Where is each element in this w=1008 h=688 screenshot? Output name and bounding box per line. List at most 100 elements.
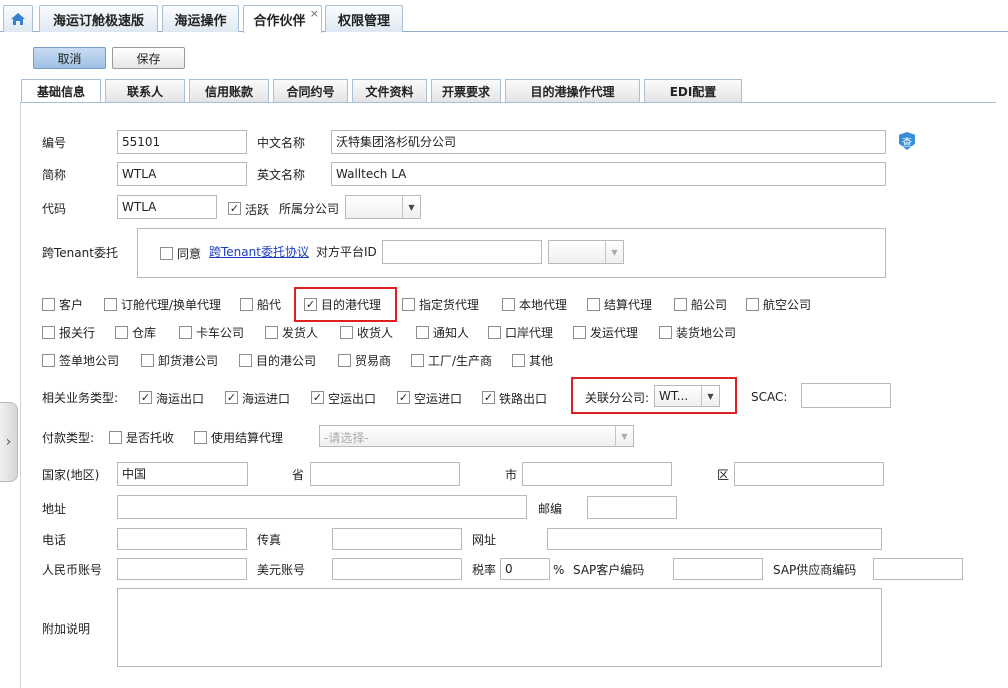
address-input[interactable] bbox=[117, 495, 527, 519]
role-checkbox[interactable] bbox=[573, 326, 586, 339]
role-checkbox[interactable] bbox=[265, 326, 278, 339]
website-input[interactable] bbox=[547, 528, 882, 550]
role-checkbox[interactable] bbox=[179, 326, 192, 339]
role-checkbox[interactable] bbox=[141, 354, 154, 367]
tab-permissions[interactable]: 权限管理 bbox=[325, 5, 403, 32]
percent-label: % bbox=[553, 563, 565, 577]
role-checkbox[interactable] bbox=[239, 354, 252, 367]
chevron-right-icon[interactable]: › bbox=[0, 402, 18, 482]
close-icon[interactable]: × bbox=[310, 8, 319, 19]
role-checkbox[interactable] bbox=[746, 298, 759, 311]
save-button[interactable]: 保存 bbox=[112, 47, 185, 69]
top-tab-bar: 海运订舱极速版 海运操作 合作伙伴 × 权限管理 bbox=[0, 0, 1008, 33]
business-type-label: 相关业务类型: bbox=[42, 391, 119, 405]
agreement-link[interactable]: 跨Tenant委托协议 bbox=[209, 245, 309, 259]
sap-vendor-label: SAP供应商编码 bbox=[773, 563, 857, 577]
role-checkbox[interactable] bbox=[340, 326, 353, 339]
role-checkbox[interactable] bbox=[587, 298, 600, 311]
related-branch-value: WT... bbox=[659, 389, 689, 403]
tab-label: 海运操作 bbox=[174, 13, 227, 29]
tax-rate-input[interactable]: 0 bbox=[500, 558, 550, 580]
home-tab[interactable] bbox=[3, 5, 33, 32]
province-input[interactable] bbox=[310, 462, 460, 486]
postcode-input[interactable] bbox=[587, 496, 677, 519]
subtab-edi[interactable]: EDI配置 bbox=[644, 79, 742, 102]
usd-account-input[interactable] bbox=[332, 558, 462, 580]
role-checkbox[interactable] bbox=[488, 326, 501, 339]
code-no-label: 编号 bbox=[42, 136, 67, 150]
subtab-credit[interactable]: 信用账款 bbox=[189, 79, 269, 102]
business-type-checkbox[interactable]: ✓ bbox=[482, 391, 495, 404]
branch-select[interactable]: ▼ bbox=[345, 195, 421, 219]
settle-agent-checkbox[interactable] bbox=[194, 431, 207, 444]
tax-rate-label: 税率 bbox=[472, 563, 497, 577]
role-checkbox[interactable] bbox=[240, 298, 253, 311]
active-checkbox[interactable]: ✓ bbox=[228, 202, 241, 215]
business-type-checkbox[interactable]: ✓ bbox=[311, 391, 324, 404]
tab-partners[interactable]: 合作伙伴 × bbox=[243, 5, 322, 33]
subtab-documents[interactable]: 文件资料 bbox=[352, 79, 427, 102]
role-checkbox[interactable] bbox=[104, 298, 117, 311]
role-checkbox[interactable] bbox=[659, 326, 672, 339]
role-label: 口岸代理 bbox=[505, 326, 554, 340]
role-checkbox[interactable] bbox=[338, 354, 351, 367]
city-input[interactable] bbox=[522, 462, 672, 486]
platform-id-label: 对方平台ID bbox=[316, 245, 377, 259]
tab-sea-operation[interactable]: 海运操作 bbox=[162, 5, 239, 32]
sap-customer-input[interactable] bbox=[673, 558, 763, 580]
business-type-checkbox[interactable]: ✓ bbox=[397, 391, 410, 404]
highlight-dest-agent bbox=[294, 287, 397, 322]
code-label: 代码 bbox=[42, 202, 67, 216]
dropdown-arrow-icon: ▼ bbox=[701, 386, 719, 406]
role-checkbox[interactable] bbox=[42, 298, 55, 311]
district-label: 区 bbox=[717, 468, 730, 482]
business-type-label: 铁路出口 bbox=[499, 392, 548, 406]
settle-agent-select[interactable]: -请选择- ▼ bbox=[319, 425, 634, 447]
scac-label: SCAC: bbox=[751, 390, 788, 404]
code-no-input[interactable]: 55101 bbox=[117, 130, 247, 154]
subtab-dest-port-agent[interactable]: 目的港操作代理 bbox=[505, 79, 640, 102]
tab-sea-booking-express[interactable]: 海运订舱极速版 bbox=[39, 5, 158, 32]
subtab-contract[interactable]: 合同约号 bbox=[273, 79, 348, 102]
district-input[interactable] bbox=[734, 462, 884, 486]
role-label: 工厂/生产商 bbox=[428, 354, 493, 368]
payment-type-label: 付款类型: bbox=[42, 431, 95, 445]
business-type-checkbox[interactable]: ✓ bbox=[139, 391, 152, 404]
platform-id-input[interactable] bbox=[382, 240, 542, 264]
agree-checkbox[interactable] bbox=[160, 247, 173, 260]
country-input[interactable]: 中国 bbox=[117, 462, 248, 486]
phone-input[interactable] bbox=[117, 528, 247, 550]
business-type-checkbox[interactable]: ✓ bbox=[225, 391, 238, 404]
role-checkbox[interactable] bbox=[402, 298, 415, 311]
cancel-button[interactable]: 取消 bbox=[33, 47, 106, 69]
code-input[interactable]: WTLA bbox=[117, 195, 217, 219]
role-checkbox[interactable] bbox=[512, 354, 525, 367]
role-checkbox[interactable] bbox=[416, 326, 429, 339]
rmb-account-input[interactable] bbox=[117, 558, 247, 580]
scac-input[interactable] bbox=[801, 383, 891, 408]
remark-textarea[interactable] bbox=[117, 588, 882, 667]
role-checkbox[interactable] bbox=[674, 298, 687, 311]
dropdown-arrow-icon: ▼ bbox=[402, 196, 420, 218]
subtab-basic-info[interactable]: 基础信息 bbox=[21, 79, 101, 103]
active-label: 活跃 bbox=[245, 203, 270, 217]
cn-name-input[interactable]: 沃特集团洛杉矶分公司 bbox=[331, 130, 886, 154]
short-name-input[interactable]: WTLA bbox=[117, 162, 247, 186]
role-checkbox[interactable] bbox=[115, 326, 128, 339]
role-label: 其他 bbox=[529, 354, 554, 368]
website-label: 网址 bbox=[472, 533, 497, 547]
subtab-contacts[interactable]: 联系人 bbox=[105, 79, 185, 102]
role-label: 装货地公司 bbox=[676, 326, 737, 340]
en-name-input[interactable]: Walltech LA bbox=[331, 162, 886, 186]
subtab-invoice[interactable]: 开票要求 bbox=[431, 79, 501, 102]
branch-label: 所属分公司 bbox=[279, 202, 340, 216]
fax-input[interactable] bbox=[332, 528, 462, 550]
role-checkbox[interactable] bbox=[42, 354, 55, 367]
role-checkbox[interactable] bbox=[502, 298, 515, 311]
role-checkbox[interactable] bbox=[411, 354, 424, 367]
platform-select[interactable]: ▼ bbox=[548, 240, 624, 264]
consign-checkbox[interactable] bbox=[109, 431, 122, 444]
role-checkbox[interactable] bbox=[42, 326, 55, 339]
sap-vendor-input[interactable] bbox=[873, 558, 963, 580]
related-branch-select[interactable]: WT... ▼ bbox=[654, 385, 720, 407]
